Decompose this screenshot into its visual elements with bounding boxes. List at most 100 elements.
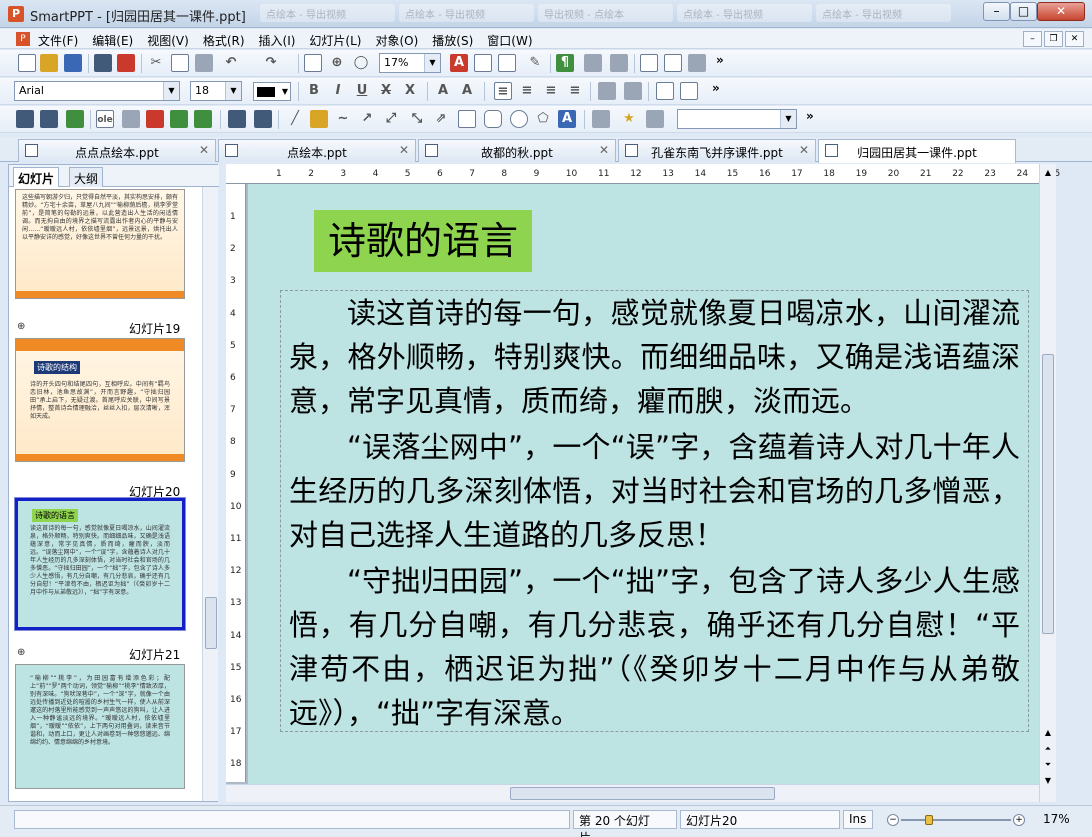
tab-slides[interactable]: 幻灯片 <box>13 167 60 187</box>
toolbar-more-icon[interactable]: » <box>806 109 814 123</box>
chart-icon[interactable] <box>610 54 628 72</box>
list-icon[interactable] <box>498 54 516 72</box>
grow-font-icon[interactable]: A <box>434 82 452 100</box>
menu-play[interactable]: 播放(S) <box>432 32 473 49</box>
doc-tab[interactable]: 点绘本.ppt ✕ <box>218 139 416 162</box>
slide-layout-icon[interactable] <box>640 54 658 72</box>
zoom-icon[interactable]: ◯ <box>352 54 370 72</box>
flash-icon[interactable] <box>170 110 188 128</box>
underline-icon[interactable]: U <box>353 82 371 100</box>
zoom-slider[interactable]: − + <box>887 814 1025 826</box>
menu-format[interactable]: 格式(R) <box>203 32 245 49</box>
document-icon[interactable]: P <box>16 32 30 46</box>
close-button[interactable]: ✕ <box>1037 2 1085 21</box>
ellipse-icon[interactable] <box>510 110 528 128</box>
prev-slide-icon[interactable]: ⏶ <box>1042 742 1054 756</box>
scroll-up-icon[interactable]: ▲ <box>1042 726 1054 740</box>
align-left-icon[interactable]: ≡ <box>494 82 512 100</box>
brush-icon[interactable]: ✎ <box>526 54 544 72</box>
editor-horizontal-scrollbar[interactable] <box>226 784 1039 802</box>
double-arrow-icon[interactable]: ⇗ <box>432 110 450 128</box>
next-slide-icon[interactable]: ⏷ <box>1042 758 1054 772</box>
scroll-up-icon[interactable]: ▲ <box>1042 166 1054 180</box>
close-icon[interactable]: ✕ <box>599 143 609 157</box>
zoom-out-icon[interactable]: − <box>887 814 899 826</box>
minimize-button[interactable]: – <box>983 2 1010 21</box>
star-icon[interactable]: ★ <box>620 110 638 128</box>
connector-icon[interactable]: ⤢ <box>382 110 400 128</box>
doc-tab[interactable]: 孔雀东南飞并序课件.ppt ✕ <box>618 139 816 162</box>
align-objects-icon[interactable] <box>592 110 610 128</box>
arrow-icon[interactable]: ↗ <box>358 110 376 128</box>
zoom-in-icon[interactable]: ⊕ <box>328 54 346 72</box>
media-icon[interactable] <box>194 110 212 128</box>
scrollbar-thumb[interactable] <box>205 597 217 649</box>
menu-view[interactable]: 视图(V) <box>147 32 189 49</box>
formula-icon[interactable] <box>122 110 140 128</box>
undo-icon[interactable]: ↶ <box>222 54 240 72</box>
pdf-icon[interactable] <box>117 54 135 72</box>
scrollbar-thumb[interactable] <box>1042 354 1054 634</box>
close-icon[interactable]: ✕ <box>199 143 209 157</box>
print-icon[interactable] <box>94 54 112 72</box>
paste-icon[interactable] <box>195 54 213 72</box>
redo-icon[interactable]: ↷ <box>262 54 280 72</box>
rectangle-icon[interactable] <box>458 110 476 128</box>
ungroup-icon[interactable] <box>254 110 272 128</box>
align-right-icon[interactable]: ≡ <box>542 82 560 100</box>
select-icon[interactable] <box>646 110 664 128</box>
rounded-rectangle-icon[interactable] <box>484 110 502 128</box>
pen-icon[interactable] <box>310 110 328 128</box>
menu-object[interactable]: 对象(O) <box>375 32 418 49</box>
bold-icon[interactable]: B <box>305 82 323 100</box>
align-center-icon[interactable]: ≡ <box>518 82 536 100</box>
line-icon[interactable]: ╱ <box>286 110 304 128</box>
increase-indent-icon[interactable] <box>624 82 642 100</box>
zoom-in-icon[interactable]: + <box>1013 814 1025 826</box>
zoom-slider-knob[interactable] <box>925 815 933 825</box>
3d-icon[interactable] <box>688 54 706 72</box>
italic-icon[interactable]: I <box>329 82 347 100</box>
scroll-down-icon[interactable]: ▼ <box>1042 774 1054 788</box>
slide-textbox[interactable]: 读这首诗的每一句，感觉就像夏日喝凉水，山间濯流泉，格外顺畅，特别爽快。而细细品味… <box>280 290 1029 732</box>
toolbar-more-icon[interactable]: » <box>712 81 720 95</box>
zoom-select[interactable]: 17% ▼ <box>379 53 441 73</box>
slide-thumbnail[interactable]: 诗歌的结构 诗的开头四句和结尾四句，互相呼应。中间有“羁鸟恋旧林，池鱼思故渊”，… <box>15 338 185 462</box>
image-icon[interactable] <box>66 110 84 128</box>
text-a-icon[interactable]: A <box>450 54 468 72</box>
mdi-close-button[interactable]: ✕ <box>1065 31 1084 47</box>
app-icon[interactable]: P <box>8 6 24 22</box>
menu-slide[interactable]: 幻灯片(L) <box>309 32 361 49</box>
open-folder-icon[interactable] <box>40 54 58 72</box>
mdi-restore-button[interactable]: ❐ <box>1044 31 1063 47</box>
save-icon[interactable] <box>64 54 82 72</box>
textbox-icon[interactable] <box>146 110 164 128</box>
numbered-list-icon[interactable] <box>680 82 698 100</box>
doc-tab[interactable]: 点点点绘本.ppt ✕ <box>18 139 216 162</box>
panel-scrollbar[interactable] <box>202 187 218 801</box>
close-icon[interactable]: ✕ <box>799 143 809 157</box>
slide-title[interactable]: 诗歌的语言 <box>314 210 533 272</box>
grid-icon[interactable] <box>304 54 322 72</box>
scrollbar-thumb[interactable] <box>510 787 775 800</box>
paragraph-icon[interactable]: ¶ <box>556 54 574 72</box>
slide-thumbnail[interactable]: “榆柳”“桃李”，为田园富有增添色彩；配上“前”“罗”两个动词，领觉“榆柳”“桃… <box>15 664 185 789</box>
elbow-connector-icon[interactable]: ⤡ <box>408 110 426 128</box>
editor-vertical-scrollbar[interactable]: ▲ ▲ ⏶ ⏷ ▼ <box>1039 164 1056 802</box>
doc-tab-active[interactable]: 归园田居其一课件.ppt <box>818 139 1016 163</box>
copy-icon[interactable] <box>171 54 189 72</box>
frame-icon[interactable] <box>16 110 34 128</box>
doc-tab[interactable]: 故都的秋.ppt ✕ <box>418 139 616 162</box>
strikethrough-icon[interactable]: X <box>377 82 395 100</box>
tab-outline[interactable]: 大纲 <box>69 167 104 187</box>
decrease-indent-icon[interactable] <box>598 82 616 100</box>
maximize-button[interactable]: □ <box>1010 2 1037 21</box>
menu-window[interactable]: 窗口(W) <box>487 32 532 49</box>
close-icon[interactable]: ✕ <box>399 143 409 157</box>
font-color-picker[interactable]: ▼ <box>253 82 291 101</box>
ole-icon[interactable]: ole <box>96 110 114 128</box>
cut-icon[interactable]: ✂ <box>147 54 165 72</box>
toolbar-more-icon[interactable]: » <box>716 53 724 67</box>
shrink-font-icon[interactable]: A <box>458 82 476 100</box>
menu-insert[interactable]: 插入(I) <box>259 32 296 49</box>
